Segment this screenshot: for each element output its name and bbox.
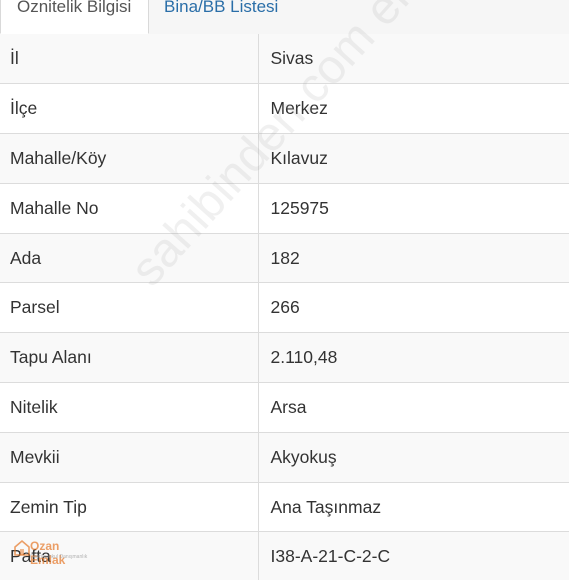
- table-row: Zemin Tip Ana Taşınmaz: [0, 482, 569, 533]
- row-value-mahalle-no: 125975: [258, 183, 569, 234]
- row-value-parsel: 266: [258, 282, 569, 334]
- row-value-mevkii: Akyokuş: [258, 432, 569, 483]
- attribute-table: İl Sivas İlçe Merkez Mahalle/Köy Kılavuz…: [0, 34, 569, 580]
- row-value-mahalle-koy: Kılavuz: [258, 133, 569, 184]
- row-key-mahalle-koy: Mahalle/Köy: [0, 133, 259, 184]
- tab-oznitelik-bilgisi[interactable]: Öznitelik Bilgisi: [0, 0, 149, 34]
- row-value-pafta: I38-A-21-C-2-C: [258, 531, 569, 580]
- row-key-zemin-tip: Zemin Tip: [0, 482, 259, 533]
- row-value-tapu-alani: 2.110,48: [258, 332, 569, 384]
- row-key-il: İl: [0, 34, 259, 85]
- table-row: Pafta I38-A-21-C-2-C: [0, 531, 569, 580]
- table-row: Nitelik Arsa: [0, 382, 569, 433]
- tab-bina-bb-listesi[interactable]: Bina/BB Listesi: [164, 0, 278, 34]
- row-value-zemin-tip: Ana Taşınmaz: [258, 482, 569, 533]
- table-row: Mahalle No 125975: [0, 183, 569, 234]
- table-row: Ada 182: [0, 233, 569, 284]
- row-value-ada: 182: [258, 233, 569, 284]
- table-row: Parsel 266: [0, 282, 569, 334]
- row-value-ilce: Merkez: [258, 83, 569, 135]
- row-key-pafta: Pafta: [0, 531, 259, 580]
- table-row: İlçe Merkez: [0, 83, 569, 135]
- attribute-panel: Öznitelik Bilgisi Bina/BB Listesi İl Siv…: [0, 0, 569, 580]
- tab-bar: Öznitelik Bilgisi Bina/BB Listesi: [0, 0, 569, 35]
- table-row: İl Sivas: [0, 34, 569, 85]
- row-key-tapu-alani: Tapu Alanı: [0, 332, 259, 384]
- table-row: Tapu Alanı 2.110,48: [0, 332, 569, 384]
- row-key-ilce: İlçe: [0, 83, 259, 135]
- row-key-mahalle-no: Mahalle No: [0, 183, 259, 234]
- row-value-il: Sivas: [258, 34, 569, 85]
- row-value-nitelik: Arsa: [258, 382, 569, 433]
- table-row: Mahalle/Köy Kılavuz: [0, 133, 569, 184]
- row-key-parsel: Parsel: [0, 282, 259, 334]
- row-key-mevkii: Mevkii: [0, 432, 259, 483]
- table-row: Mevkii Akyokuş: [0, 432, 569, 483]
- row-key-ada: Ada: [0, 233, 259, 284]
- row-key-nitelik: Nitelik: [0, 382, 259, 433]
